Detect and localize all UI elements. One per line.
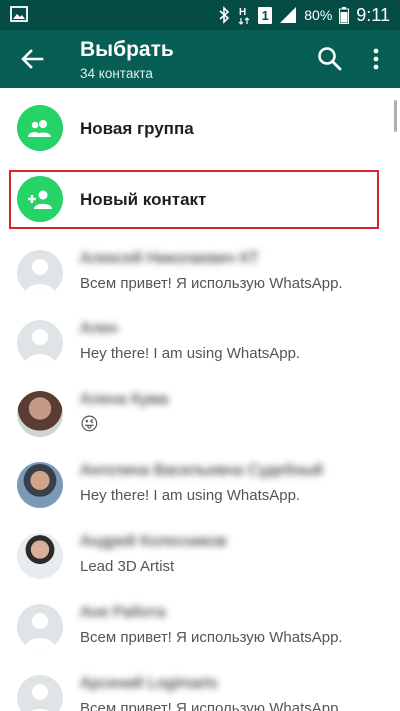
contact-name: Арсений Logimarts	[80, 675, 218, 692]
add-person-icon	[28, 190, 52, 209]
app-bar: Выбрать 34 контакта	[0, 30, 400, 88]
status-icons: H 1 80% 9:11	[218, 0, 390, 30]
battery-icon	[339, 6, 350, 24]
svg-text:H: H	[239, 7, 246, 18]
contact-count: 34 контакта	[80, 66, 153, 81]
new-contact-label: Новый контакт	[80, 190, 207, 209]
contact-status: Lead 3D Artist	[80, 558, 175, 575]
new-group-avatar	[17, 105, 63, 151]
default-avatar-icon	[17, 250, 63, 296]
contact-name: Аня Работа	[80, 604, 166, 621]
network-h-icon: H	[238, 7, 250, 25]
contact-row[interactable]: Арсений Logimarts Всем привет! Я использ…	[0, 665, 400, 711]
status-bar: H 1 80% 9:11	[0, 0, 400, 30]
contact-name: Алексей Николаевич КТ	[80, 250, 260, 267]
contact-status: Всем привет! Я использую WhatsApp.	[80, 275, 343, 292]
contact-row[interactable]: Аня Работа Всем привет! Я использую What…	[0, 594, 400, 665]
contact-status: Hey there! I am using WhatsApp.	[80, 487, 301, 504]
contact-status: Hey there! I am using WhatsApp.	[80, 345, 301, 362]
signal-icon	[280, 7, 297, 23]
contact-name: Ален	[80, 320, 118, 337]
contact-status: Всем привет! Я использую WhatsApp.	[80, 629, 343, 646]
contact-status: Всем привет! Я использую WhatsApp.	[80, 700, 343, 711]
battery-percent: 80%	[304, 7, 333, 23]
page-title: Выбрать	[80, 38, 174, 61]
back-arrow-icon[interactable]	[18, 45, 46, 73]
default-avatar-icon	[17, 675, 63, 711]
contact-name: Андрей Колесников	[80, 533, 227, 550]
gallery-notification-icon	[10, 6, 28, 22]
contact-row[interactable]: Андрей Колесников Lead 3D Artist	[0, 523, 400, 594]
contact-row[interactable]: Ангелина Васильевна Судебный Hey there! …	[0, 452, 400, 523]
new-group-item[interactable]: Новая группа	[0, 93, 400, 164]
contact-row[interactable]: Алексей Николаевич КТ Всем привет! Я исп…	[0, 240, 400, 311]
scrollbar-thumb[interactable]	[394, 100, 397, 132]
default-avatar-icon	[17, 320, 63, 366]
new-group-label: Новая группа	[80, 119, 194, 138]
contact-name: Алена Кума	[80, 391, 169, 408]
sim-slot-icon: 1	[258, 6, 273, 24]
contact-list: Новая группа Новый контакт Алексей Никол…	[0, 88, 400, 711]
contact-name: Ангелина Васильевна Судебный	[80, 462, 324, 479]
contact-photo-avatar	[17, 391, 63, 437]
clock: 9:11	[356, 4, 390, 25]
group-icon	[28, 120, 51, 137]
more-options-icon[interactable]	[364, 45, 388, 73]
search-icon[interactable]	[316, 45, 344, 73]
bluetooth-icon	[219, 6, 230, 24]
contact-row[interactable]: Ален Hey there! I am using WhatsApp.	[0, 310, 400, 381]
contact-status: 😜	[80, 414, 99, 434]
default-avatar-icon	[17, 604, 63, 650]
contact-row[interactable]: Алена Кума 😜	[0, 381, 400, 452]
contact-photo-avatar	[17, 533, 63, 579]
new-contact-item[interactable]: Новый контакт	[0, 164, 400, 235]
contact-photo-avatar	[17, 462, 63, 508]
new-contact-avatar	[17, 176, 63, 222]
